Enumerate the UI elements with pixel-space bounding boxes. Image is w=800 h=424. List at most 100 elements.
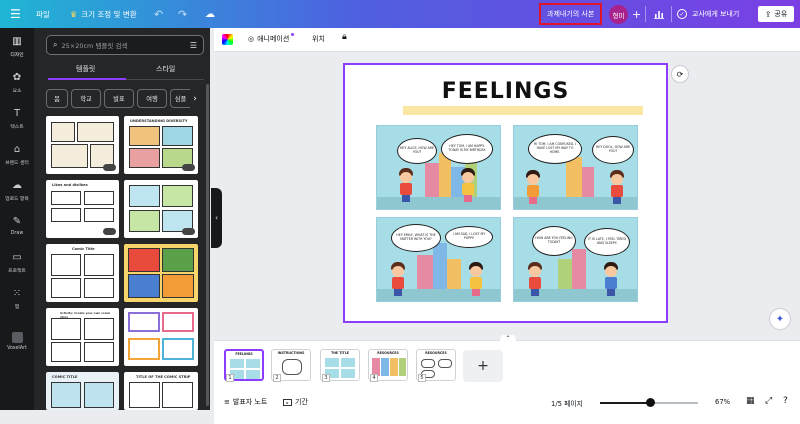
footer-bar — [214, 390, 800, 424]
timer-button[interactable]: ▸ 기간 — [283, 397, 308, 407]
rail-item-apps[interactable]: ⁙ 앱 — [0, 288, 34, 310]
template-caption: Comic Title — [72, 247, 95, 251]
speech-bubble[interactable]: HEY EMILY, WHAT IS THE MATTER WITH YOU? — [391, 224, 441, 252]
chip-presentation[interactable]: 발표 — [104, 89, 134, 108]
template-thumb[interactable]: UNDERSTANDING DIVERSITY — [124, 116, 198, 174]
layout-icon: ▥ — [12, 36, 22, 47]
chevron-up-icon[interactable]: ⌃ — [500, 335, 516, 343]
rail-item-projects[interactable]: ▭ 프로젝트 — [0, 252, 34, 274]
file-menu-button[interactable]: 파일 — [36, 0, 50, 28]
add-page-button[interactable]: + — [463, 350, 503, 382]
position-button[interactable]: 위치 — [312, 34, 325, 44]
template-thumb[interactable]: COMIC TITLE — [46, 372, 119, 410]
upload-share-icon: ⇪ — [764, 9, 772, 19]
template-thumb[interactable]: Activity: Create your own comic story — [46, 308, 119, 366]
zoom-level[interactable]: 67% — [715, 398, 730, 406]
rail-item-draw[interactable]: ✎ Draw — [0, 216, 34, 236]
redo-icon[interactable]: ↷ — [178, 0, 187, 28]
chip-spring[interactable]: 봄 — [46, 89, 68, 108]
zoom-slider-handle[interactable] — [646, 398, 655, 407]
design-page[interactable]: FEELINGS HEY ALICE, HOW ARE YOU? HEY TOM… — [343, 63, 668, 323]
filter-icon[interactable]: ☰ — [190, 41, 197, 50]
panel-scrollbar[interactable] — [206, 84, 209, 406]
search-placeholder: 25×20cm 템플릿 검색 — [61, 42, 128, 50]
character-boy — [528, 262, 542, 296]
comic-panel-3[interactable]: HEY EMILY, WHAT IS THE MATTER WITH YOU? … — [376, 217, 501, 302]
rail-item-uploads[interactable]: ☁ 업로드 항목 — [0, 180, 34, 202]
notes-icon: ≡ — [224, 398, 230, 406]
share-label: 공유 — [774, 10, 788, 18]
template-search-input[interactable]: ⌕ 25×20cm 템플릿 검색 ☰ — [46, 35, 204, 55]
rail-label: VoxelArt — [7, 346, 27, 351]
notes-button[interactable]: ≡ 발표자 노트 — [224, 397, 267, 407]
add-collaborator-button[interactable]: + — [632, 0, 641, 28]
chip-travel[interactable]: 여행 — [137, 89, 167, 108]
rail-item-brand[interactable]: ⌂ 브랜드 센터 — [0, 144, 34, 166]
speech-bubble[interactable]: HEY DOOL, HOW ARE YOU? — [592, 136, 634, 164]
rail-label: 디자인 — [10, 53, 24, 58]
rail-item-design[interactable]: ▥ 디자인 — [0, 36, 34, 58]
lock-icon[interactable]: 🔒︎ — [342, 32, 347, 42]
avatar[interactable]: 형미 — [609, 5, 628, 24]
notes-label: 발표자 노트 — [232, 398, 268, 406]
fullscreen-icon[interactable]: ⤢ — [765, 396, 772, 406]
apps-icon: ⁙ — [12, 288, 22, 299]
animate-button[interactable]: ◎ 애니메이션 — [248, 33, 295, 44]
chip-school[interactable]: 학교 — [71, 89, 101, 108]
templates-panel: ⌕ 25×20cm 템플릿 검색 ☰ 템플릿 스타일 봄 학교 발표 여행 심플… — [34, 28, 210, 410]
character-girl — [526, 170, 540, 204]
rail-item-text[interactable]: T 텍스트 — [0, 108, 34, 130]
speech-bubble[interactable]: I AM SAD, I LOST MY PUPPY. — [445, 226, 493, 248]
collapse-panel-button[interactable]: ‹ — [211, 188, 222, 248]
comic-panel-4[interactable]: HOW ARE YOU FEELING TODAY? IT IS LATE, I… — [513, 217, 638, 302]
page-thumb-title: INSTRUCTIONS — [277, 351, 305, 355]
grid-view-icon[interactable]: ▦ — [746, 396, 755, 406]
speech-bubble[interactable]: HI TOM, I AM CONFUSED. I HAVE LOST MY WA… — [528, 134, 582, 164]
insights-chart-icon[interactable] — [654, 0, 664, 28]
share-button[interactable]: ⇪ 공유 — [756, 4, 796, 24]
template-thumb[interactable] — [46, 116, 119, 174]
speech-bubble[interactable]: HEY TOM, I AM HAPPY. TODAY IS MY BIRTHDA… — [441, 134, 493, 164]
hamburger-icon[interactable]: ☰ — [10, 0, 21, 28]
page-number: 1 — [226, 374, 234, 382]
help-icon[interactable]: ? — [783, 396, 788, 406]
brand-icon: ⌂ — [13, 144, 21, 155]
elements-icon: ✿ — [12, 72, 22, 83]
left-rail: ▥ 디자인 ✿ 요소 T 텍스트 ⌂ 브랜드 센터 ☁ 업로드 항목 ✎ Dra… — [0, 28, 34, 410]
template-thumb[interactable] — [124, 180, 198, 238]
chevron-right-icon[interactable]: › — [188, 89, 202, 108]
send-label: 교사에게 보내기 — [692, 10, 740, 18]
tab-templates[interactable]: 템플릿 — [76, 64, 95, 74]
character-girl — [461, 168, 475, 202]
tab-styles[interactable]: 스타일 — [156, 64, 175, 74]
rail-item-voxelart[interactable]: VoxelArt — [0, 332, 34, 351]
speech-bubble[interactable]: IT IS LATE, I FEEL TIRED AND SLEEPY. — [584, 228, 630, 256]
template-thumb[interactable]: TITLE OF THE COMIC STRIP — [124, 372, 198, 410]
check-circle-icon: ✓ — [677, 9, 687, 19]
rail-item-elements[interactable]: ✿ 요소 — [0, 72, 34, 94]
speech-bubble[interactable]: HEY ALICE, HOW ARE YOU? — [397, 138, 437, 164]
comic-panel-1[interactable]: HEY ALICE, HOW ARE YOU? HEY TOM, I AM HA… — [376, 125, 501, 210]
comic-panel-2[interactable]: HI TOM, I AM CONFUSED. I HAVE LOST MY WA… — [513, 125, 638, 210]
chip-simple[interactable]: 심플 — [170, 89, 190, 108]
page-number: 3 — [322, 374, 330, 382]
page-title[interactable]: FEELINGS — [345, 79, 666, 104]
template-thumb[interactable] — [124, 244, 198, 302]
page-number: 4 — [370, 374, 378, 382]
template-thumb[interactable]: Likes and dislikes — [46, 180, 119, 238]
template-thumb[interactable] — [124, 308, 198, 366]
page-indicator[interactable]: 1/5 페이지 — [551, 398, 583, 408]
send-to-teacher-button[interactable]: ✓ 교사에게 보내기 — [677, 0, 739, 28]
search-icon: ⌕ — [53, 40, 58, 49]
design-title-button[interactable]: 과제내기의 사본 — [539, 3, 603, 25]
resize-button[interactable]: ♛ 크기 조정 및 변환 — [70, 0, 137, 28]
refresh-icon[interactable]: ⟳ — [671, 65, 689, 83]
undo-icon[interactable]: ↶ — [154, 0, 163, 28]
speech-bubble[interactable]: HOW ARE YOU FEELING TODAY? — [532, 226, 576, 256]
template-thumb[interactable]: Comic Title — [46, 244, 119, 302]
color-palette-icon[interactable] — [222, 34, 233, 45]
magic-sparkle-icon[interactable]: ✦ — [769, 308, 791, 330]
new-indicator — [291, 33, 295, 36]
cloud-sync-icon[interactable]: ☁ — [205, 0, 215, 28]
page-thumb-title: THE TITLE — [331, 351, 349, 355]
